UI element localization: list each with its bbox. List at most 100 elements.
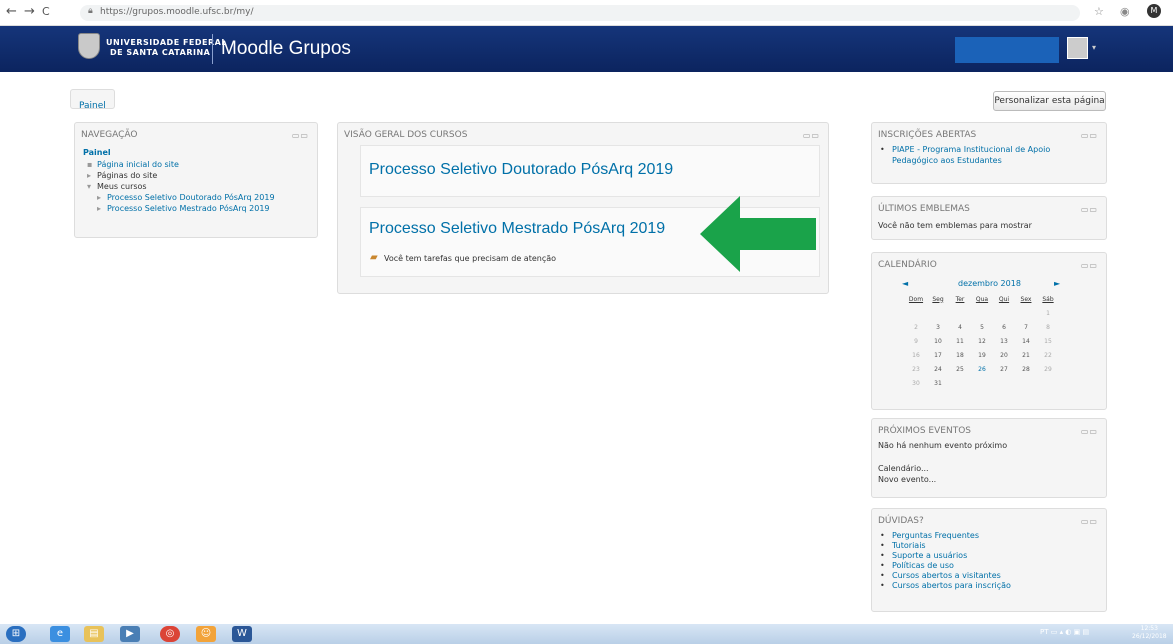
language-indicator[interactable]: PT	[1040, 628, 1049, 636]
calendar-day[interactable]: 31	[928, 377, 948, 389]
nav-course-mestrado[interactable]: Processo Seletivo Mestrado PósArq 2019	[107, 204, 270, 213]
block-title: CALENDÁRIO	[878, 260, 937, 270]
calendar-day[interactable]: 29	[1038, 363, 1058, 375]
help-block: DÚVIDAS? ▭▭ • Perguntas Frequentes • Tutori…	[871, 508, 1107, 612]
calendar-day[interactable]: 2	[906, 321, 926, 333]
university-crest-icon[interactable]	[78, 33, 100, 59]
calendar-grid: Dom Seg Ter Qua Qui Sex Sáb 1 2 3 4 5 6 7 8 9 10 11 12 13 1…	[904, 291, 1060, 391]
course-title[interactable]: Processo Seletivo Mestrado PósArq 2019	[369, 220, 665, 238]
expand-icon[interactable]: ▸	[87, 171, 91, 180]
calendar-day[interactable]: 28	[1016, 363, 1036, 375]
calendar-week: 1	[906, 307, 1058, 319]
calendar-day[interactable]: 8	[1038, 321, 1058, 333]
next-month-icon[interactable]: ►	[1054, 279, 1060, 288]
block-controls-icon[interactable]: ▭▭	[1081, 205, 1098, 214]
calendar-day[interactable]: 5	[972, 321, 992, 333]
calendar-week: 23 24 25 26 27 28 29	[906, 363, 1058, 375]
help-link[interactable]: Perguntas Frequentes	[892, 531, 979, 540]
user-avatar[interactable]	[1067, 37, 1088, 59]
nav-home[interactable]: Página inicial do site	[97, 160, 179, 169]
breadcrumb-item[interactable]: Painel	[79, 101, 106, 111]
forward-icon[interactable]: →	[24, 5, 35, 19]
calendar-link[interactable]: Calendário...	[878, 464, 929, 473]
calendar-day[interactable]: 11	[950, 335, 970, 347]
file-explorer-icon[interactable]: ▤	[84, 626, 104, 642]
block-controls-icon[interactable]: ▭▭	[1081, 517, 1098, 526]
block-controls-icon[interactable]: ▭▭	[1081, 261, 1098, 270]
calendar-day[interactable]: 16	[906, 349, 926, 361]
calendar-day[interactable]: 24	[928, 363, 948, 375]
nav-painel[interactable]: Painel	[83, 148, 111, 157]
calendar-day[interactable]: 13	[994, 335, 1014, 347]
calendar-day	[928, 307, 948, 319]
customize-page-button[interactable]: Personalizar esta página	[993, 91, 1106, 111]
clock[interactable]: 12:53 26/12/2018	[1132, 625, 1167, 641]
calendar-day[interactable]: 9	[906, 335, 926, 347]
internet-explorer-icon[interactable]: e	[50, 626, 70, 642]
chevron-down-icon[interactable]: ▾	[1092, 43, 1096, 52]
bullet-icon: •	[880, 551, 885, 560]
collapse-icon[interactable]: ▾	[87, 182, 91, 191]
extension-icon[interactable]: ◉	[1120, 5, 1130, 18]
word-icon[interactable]: W	[232, 626, 252, 642]
help-link[interactable]: Cursos abertos para inscrição	[892, 581, 1011, 590]
calendar-day[interactable]: 4	[950, 321, 970, 333]
bullet-icon: •	[880, 561, 885, 570]
address-bar[interactable]: 🔒︎ https://grupos.moodle.ufsc.br/my/	[80, 5, 1080, 21]
app-icon[interactable]: ☺	[196, 626, 216, 642]
calendar-day[interactable]: 10	[928, 335, 948, 347]
help-link[interactable]: Tutoriais	[892, 541, 926, 550]
calendar-day[interactable]: 15	[1038, 335, 1058, 347]
block-controls-icon[interactable]: ▭▭	[1081, 427, 1098, 436]
calendar-day[interactable]: 12	[972, 335, 992, 347]
start-button-icon[interactable]: ⊞	[6, 626, 26, 642]
calendar-day[interactable]: 3	[928, 321, 948, 333]
navigation-block: NAVEGAÇÃO ▭▭ Painel ▪ Página inicial do …	[74, 122, 318, 238]
university-name-line1: UNIVERSIDADE FEDERAL	[106, 38, 227, 47]
enrolment-link-line1[interactable]: PIAPE - Programa Institucional de Apoio	[892, 145, 1050, 154]
weekday-header: Ter	[955, 295, 965, 303]
back-icon[interactable]: ←	[6, 5, 17, 19]
calendar-day[interactable]: 30	[906, 377, 926, 389]
weekday-header: Qui	[998, 295, 1010, 303]
calendar-day[interactable]: 23	[906, 363, 926, 375]
calendar-day	[906, 307, 926, 319]
star-icon[interactable]: ☆	[1094, 5, 1104, 18]
calendar-day[interactable]: 27	[994, 363, 1014, 375]
calendar-day[interactable]: 21	[1016, 349, 1036, 361]
calendar-day[interactable]: 6	[994, 321, 1014, 333]
system-tray[interactable]: PT ▭ ▴ ◐ ▣ ▤	[1040, 628, 1089, 636]
profile-avatar[interactable]: M	[1147, 4, 1161, 18]
enrolment-link-line2[interactable]: Pedagógico aos Estudantes	[892, 156, 1002, 165]
calendar-day[interactable]: 26	[972, 363, 992, 375]
help-link[interactable]: Políticas de uso	[892, 561, 954, 570]
help-link[interactable]: Cursos abertos a visitantes	[892, 571, 1001, 580]
site-name[interactable]: Moodle Grupos	[221, 38, 351, 60]
calendar-day[interactable]: 20	[994, 349, 1014, 361]
media-player-icon[interactable]: ▶	[120, 626, 140, 642]
block-controls-icon[interactable]: ▭▭	[292, 131, 309, 140]
calendar-day[interactable]: 19	[972, 349, 992, 361]
calendar-day[interactable]: 25	[950, 363, 970, 375]
chrome-icon[interactable]: ◎	[160, 626, 180, 642]
course-title[interactable]: Processo Seletivo Doutorado PósArq 2019	[369, 161, 673, 179]
expand-icon[interactable]: ▸	[97, 193, 101, 202]
calendar-day[interactable]: 1	[1038, 307, 1058, 319]
calendar-day[interactable]: 18	[950, 349, 970, 361]
expand-icon[interactable]: ▸	[97, 204, 101, 213]
nav-course-doutorado[interactable]: Processo Seletivo Doutorado PósArq 2019	[107, 193, 275, 202]
block-controls-icon[interactable]: ▭▭	[1081, 131, 1098, 140]
help-link[interactable]: Suporte a usuários	[892, 551, 967, 560]
user-name-box[interactable]	[955, 37, 1059, 63]
weekday-header: Dom	[908, 295, 924, 303]
new-event-link[interactable]: Novo evento...	[878, 475, 936, 484]
block-controls-icon[interactable]: ▭▭	[803, 131, 820, 140]
nav-site-pages[interactable]: Páginas do site	[97, 171, 157, 180]
calendar-day[interactable]: 17	[928, 349, 948, 361]
reload-icon[interactable]: C	[42, 5, 50, 19]
calendar-day[interactable]: 7	[1016, 321, 1036, 333]
calendar-day[interactable]: 14	[1016, 335, 1036, 347]
prev-month-icon[interactable]: ◄	[902, 279, 908, 288]
nav-my-courses[interactable]: Meus cursos	[97, 182, 147, 191]
calendar-day[interactable]: 22	[1038, 349, 1058, 361]
